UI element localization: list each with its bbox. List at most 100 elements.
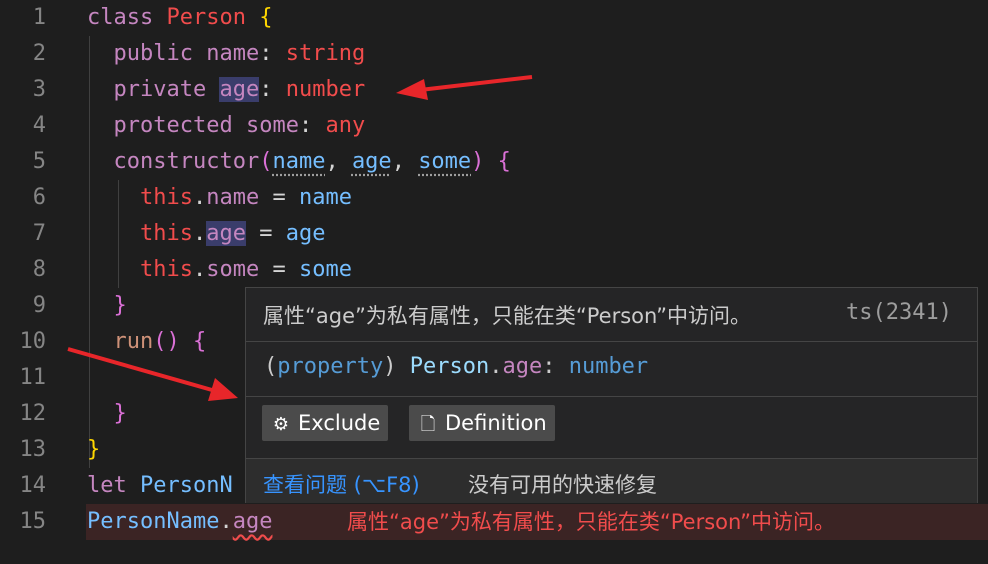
param-name: name — [272, 149, 326, 174]
line-number: 9 — [32, 293, 46, 318]
definition-button[interactable]: 🗋 Definition — [409, 405, 555, 441]
code-text[interactable]: } — [87, 288, 127, 324]
method-name: run — [113, 329, 154, 354]
code-text[interactable]: public name: string — [87, 36, 366, 72]
line-number: 10 — [19, 329, 47, 354]
param-age: age — [351, 149, 392, 174]
code-text[interactable]: this.some = some — [87, 252, 352, 288]
paren: ) — [471, 149, 485, 174]
comma: , — [325, 149, 339, 174]
code-line-3: 3 private age: number — [0, 72, 988, 108]
code-text[interactable]: this.name = name — [87, 180, 352, 216]
hover-error-code: ts(2341) — [846, 300, 952, 325]
hover-message-row: 属性“age”为私有属性，只能在类“Person”中访问。 ts(2341) — [246, 288, 977, 341]
brace: { — [497, 149, 511, 174]
sig-class: Person — [409, 354, 490, 379]
line-number: 14 — [19, 473, 47, 498]
sig-colon: : — [542, 354, 556, 379]
constructor-keyword: constructor — [113, 149, 260, 174]
equals: = — [259, 185, 299, 210]
line-number: 2 — [32, 41, 46, 66]
equals: = — [259, 257, 299, 282]
line-number: 8 — [32, 257, 46, 282]
sig-dot: . — [489, 354, 503, 379]
sig-kind: property — [277, 354, 384, 379]
brace: } — [113, 293, 127, 318]
let-keyword: let — [87, 473, 127, 498]
value-some: some — [298, 257, 352, 282]
code-text[interactable]: constructor(name, age, some) { — [87, 144, 511, 180]
inline-error-message: 属性“age”为私有属性，只能在类“Person”中访问。 — [347, 510, 836, 534]
variable-name: PersonN — [140, 473, 233, 498]
value-age: age — [285, 221, 326, 246]
code-text[interactable]: this.age = age — [87, 216, 325, 252]
property-age-highlight: age — [206, 221, 246, 246]
code-line-1: 1 class Person { — [0, 0, 988, 36]
view-problem-link[interactable]: 查看问题 (⌥F8) — [263, 469, 420, 499]
exclude-button[interactable]: ⚙ Exclude — [262, 405, 389, 441]
hover-error-message: 属性“age”为私有属性，只能在类“Person”中访问。 — [263, 304, 752, 328]
keyword-class: class — [87, 5, 154, 30]
this-keyword: this — [139, 221, 193, 246]
property-some: some — [206, 257, 260, 282]
paren: ( — [259, 149, 273, 174]
sig-paren: ( — [264, 354, 278, 379]
property-name: some — [245, 113, 299, 138]
gear-exclude-icon: ⚙ — [272, 414, 290, 435]
hover-widget: 属性“age”为私有属性，只能在类“Person”中访问。 ts(2341) (… — [245, 287, 978, 503]
code-text[interactable]: } — [87, 396, 127, 432]
property-age-highlight: age — [219, 77, 260, 102]
class-name: Person — [166, 5, 246, 30]
definition-label: Definition — [445, 411, 547, 435]
line-number: 6 — [32, 185, 46, 210]
param-some: some — [418, 149, 472, 174]
type-name: any — [325, 113, 366, 138]
property-name: name — [206, 41, 260, 66]
value-name: name — [298, 185, 352, 210]
line-number: 7 — [32, 221, 46, 246]
comma: , — [391, 149, 405, 174]
code-line-5: 5 constructor(name, age, some) { — [0, 144, 988, 180]
brace: { — [259, 5, 273, 30]
code-text[interactable]: class Person { — [87, 0, 272, 36]
brace: } — [113, 401, 127, 426]
brace: } — [87, 437, 101, 462]
sig-paren: ) — [383, 354, 397, 379]
code-text[interactable]: private age: number — [87, 72, 365, 108]
code-line-6: 6 this.name = name — [0, 180, 988, 216]
error-property-age[interactable]: age — [233, 509, 273, 534]
line-number: 13 — [19, 437, 47, 462]
code-text[interactable]: let PersonN — [87, 468, 233, 504]
type-name: string — [285, 41, 366, 66]
code-text[interactable]: run() { — [87, 324, 207, 360]
code-line-7: 7 this.age = age — [0, 216, 988, 252]
code-text[interactable]: } — [87, 432, 100, 468]
divider — [246, 341, 977, 342]
code-text[interactable]: PersonName.age — [87, 504, 272, 540]
line-number: 15 — [19, 509, 47, 534]
dot: . — [192, 185, 207, 210]
code-line-2: 2 public name: string — [0, 36, 988, 72]
code-text[interactable]: protected some: any — [87, 108, 366, 144]
type-name: number — [285, 77, 366, 102]
exclude-label: Exclude — [298, 411, 381, 435]
line-number: 5 — [32, 149, 46, 174]
dot: . — [192, 221, 207, 246]
keyword-public: public — [113, 41, 193, 66]
hover-status-bar: 查看问题 (⌥F8) 没有可用的快速修复 — [246, 459, 977, 503]
colon: : — [298, 113, 313, 138]
sig-prop: age — [502, 354, 543, 379]
hover-signature: (property) Person.age: number — [264, 354, 988, 379]
line-number: 12 — [19, 401, 47, 426]
no-quick-fix-text: 没有可用的快速修复 — [468, 473, 657, 497]
paren: () — [153, 329, 180, 354]
colon: : — [259, 41, 273, 66]
dot: . — [219, 509, 233, 534]
dot: . — [192, 257, 207, 282]
code-line-4: 4 protected some: any — [0, 108, 988, 144]
line-number: 3 — [32, 77, 46, 102]
keyword-private: private — [113, 77, 207, 102]
divider — [246, 396, 977, 397]
code-line-8: 8 this.some = some — [0, 252, 988, 288]
line-number: 4 — [32, 113, 46, 138]
